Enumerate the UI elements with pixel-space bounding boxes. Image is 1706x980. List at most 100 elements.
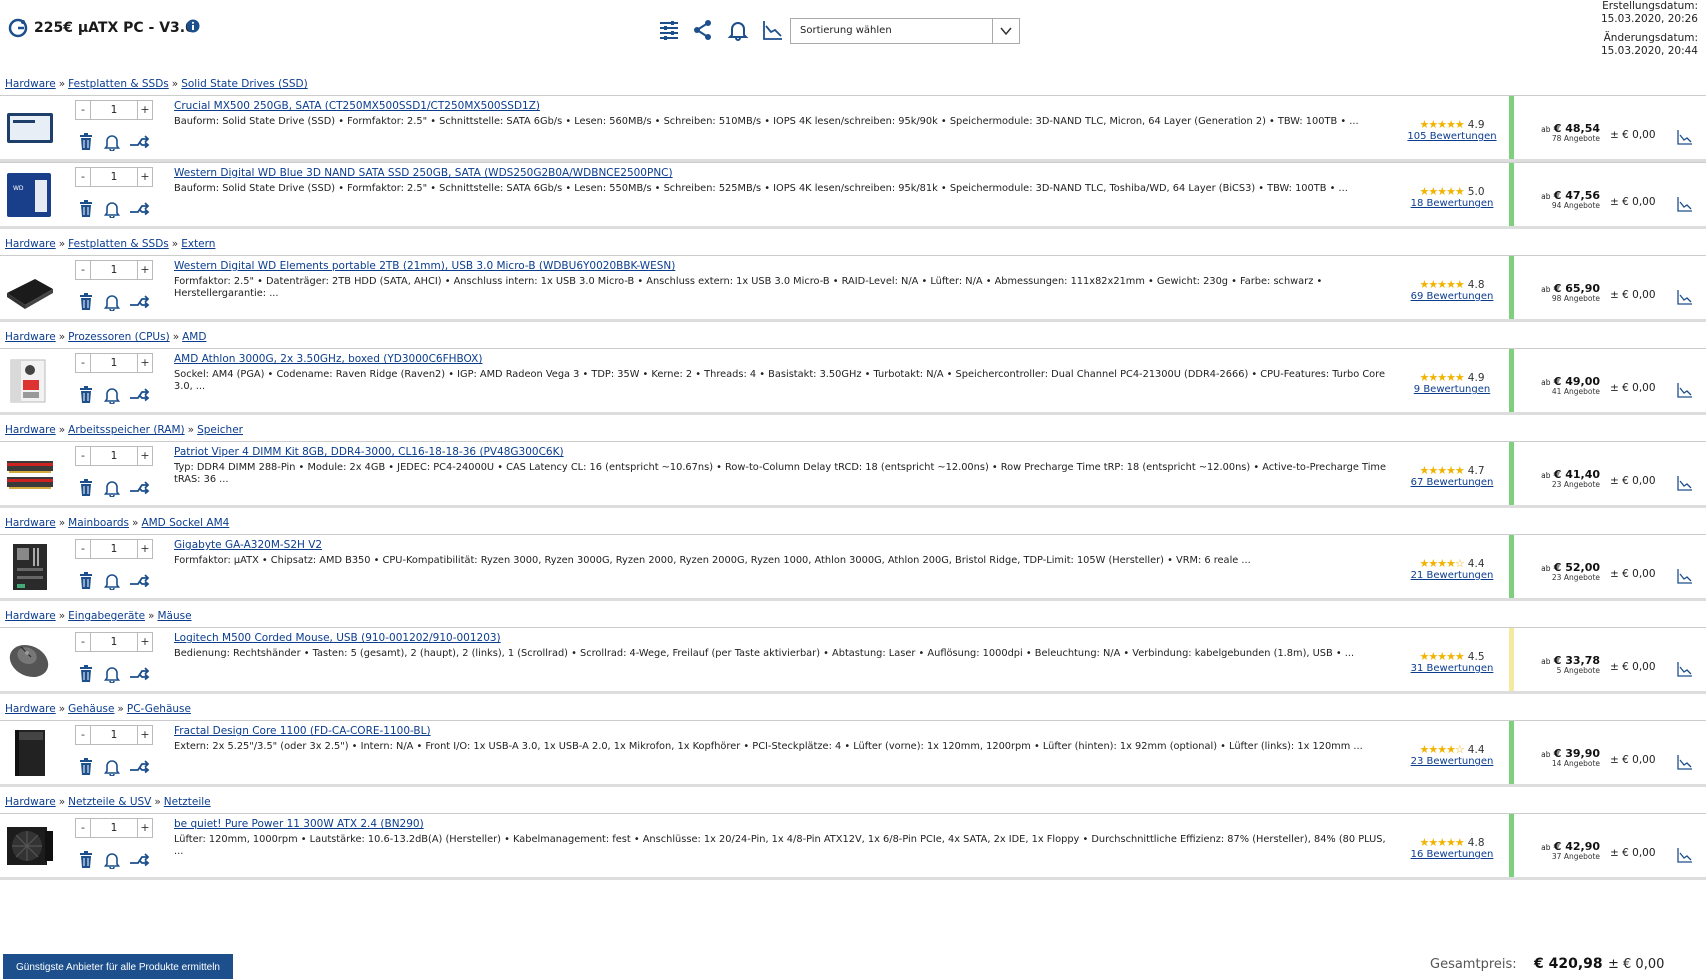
breadcrumb-link[interactable]: Hardware: [5, 424, 56, 436]
price-history-icon[interactable]: [1677, 475, 1693, 491]
reviews-link[interactable]: 9 Bewertungen: [1400, 384, 1504, 395]
product-name-link[interactable]: Western Digital WD Elements portable 2TB…: [174, 260, 675, 272]
quantity-decrease-button[interactable]: -: [75, 100, 91, 120]
breadcrumb-link[interactable]: Hardware: [5, 517, 56, 529]
quantity-increase-button[interactable]: +: [137, 632, 153, 652]
breadcrumb-link[interactable]: Festplatten & SSDs: [68, 78, 169, 90]
reviews-link[interactable]: 21 Bewertungen: [1400, 570, 1504, 581]
breadcrumb-link[interactable]: Hardware: [5, 331, 56, 343]
breadcrumb-link[interactable]: Hardware: [5, 703, 56, 715]
info-icon[interactable]: [186, 19, 200, 33]
quantity-input[interactable]: 1: [91, 167, 137, 187]
quantity-increase-button[interactable]: +: [137, 818, 153, 838]
breadcrumb-link[interactable]: Gehäuse: [68, 703, 114, 715]
quantity-input[interactable]: 1: [91, 725, 137, 745]
breadcrumb-link[interactable]: Netzteile: [164, 796, 211, 808]
product-name-link[interactable]: Fractal Design Core 1100 (FD-CA-CORE-110…: [174, 725, 431, 737]
quantity-decrease-button[interactable]: -: [75, 539, 91, 559]
product-name-link[interactable]: Gigabyte GA-A320M-S2H V2: [174, 539, 322, 551]
quantity-input[interactable]: 1: [91, 818, 137, 838]
quantity-increase-button[interactable]: +: [137, 100, 153, 120]
breadcrumb-link[interactable]: Hardware: [5, 78, 56, 90]
price-history-icon[interactable]: [1677, 289, 1693, 305]
breadcrumb-link[interactable]: Hardware: [5, 796, 56, 808]
quantity-input[interactable]: 1: [91, 446, 137, 466]
product-image[interactable]: [5, 356, 55, 406]
breadcrumb-link[interactable]: AMD Sockel AM4: [141, 517, 229, 529]
product-name-link[interactable]: be quiet! Pure Power 11 300W ATX 2.4 (BN…: [174, 818, 424, 830]
reviews-link[interactable]: 23 Bewertungen: [1400, 756, 1504, 767]
product-name-link[interactable]: Logitech M500 Corded Mouse, USB (910-001…: [174, 632, 501, 644]
find-cheapest-button[interactable]: Günstigste Anbieter für alle Produkte er…: [3, 954, 233, 979]
row-actions: [78, 665, 158, 685]
quantity-decrease-button[interactable]: -: [75, 725, 91, 745]
quantity-input[interactable]: 1: [91, 260, 137, 280]
reviews-link[interactable]: 16 Bewertungen: [1400, 849, 1504, 860]
quantity-decrease-button[interactable]: -: [75, 446, 91, 466]
product-image[interactable]: [5, 728, 55, 778]
price-history-icon[interactable]: [762, 19, 784, 41]
breadcrumb-link[interactable]: Solid State Drives (SSD): [181, 78, 307, 90]
quantity-increase-button[interactable]: +: [137, 167, 153, 187]
quantity-input[interactable]: 1: [91, 539, 137, 559]
geizhals-logo-icon[interactable]: [8, 18, 28, 38]
quantity-input[interactable]: 1: [91, 353, 137, 373]
breadcrumb-link[interactable]: Arbeitsspeicher (RAM): [68, 424, 185, 436]
reviews-link[interactable]: 67 Bewertungen: [1400, 477, 1504, 488]
reviews-link[interactable]: 69 Bewertungen: [1400, 291, 1504, 302]
breadcrumb-link[interactable]: Speicher: [197, 424, 243, 436]
quantity-decrease-button[interactable]: -: [75, 818, 91, 838]
product-name-link[interactable]: Crucial MX500 250GB, SATA (CT250MX500SSD…: [174, 100, 540, 112]
star-rating-icon: ★★★★★: [1419, 278, 1464, 291]
price-history-icon[interactable]: [1677, 661, 1693, 677]
breadcrumb-link[interactable]: PC-Gehäuse: [127, 703, 191, 715]
breadcrumb-link[interactable]: AMD: [182, 331, 206, 343]
breadcrumb-link[interactable]: Mäuse: [157, 610, 191, 622]
filter-settings-icon[interactable]: [658, 19, 680, 41]
quantity-decrease-button[interactable]: -: [75, 632, 91, 652]
price-delta: ± € 0,00: [1610, 196, 1656, 208]
product-image[interactable]: [5, 635, 55, 685]
quantity-decrease-button[interactable]: -: [75, 167, 91, 187]
product-image[interactable]: [5, 542, 55, 592]
breadcrumb-link[interactable]: Hardware: [5, 238, 56, 250]
price-history-icon[interactable]: [1677, 196, 1693, 212]
quantity-input[interactable]: 1: [91, 100, 137, 120]
breadcrumb-link[interactable]: Mainboards: [68, 517, 129, 529]
product-image[interactable]: WD: [5, 170, 55, 220]
reviews-link[interactable]: 18 Bewertungen: [1400, 198, 1504, 209]
quantity-increase-button[interactable]: +: [137, 260, 153, 280]
reviews-link[interactable]: 105 Bewertungen: [1400, 131, 1504, 142]
sort-select[interactable]: Sortierung wählen: [790, 18, 1020, 44]
reviews-link[interactable]: 31 Bewertungen: [1400, 663, 1504, 674]
product-name-link[interactable]: Western Digital WD Blue 3D NAND SATA SSD…: [174, 167, 673, 179]
price-history-icon[interactable]: [1677, 847, 1693, 863]
breadcrumb-link[interactable]: Extern: [181, 238, 215, 250]
product-image[interactable]: [5, 821, 55, 871]
quantity-decrease-button[interactable]: -: [75, 353, 91, 373]
product-image[interactable]: [5, 449, 55, 499]
product-name-link[interactable]: AMD Athlon 3000G, 2x 3.50GHz, boxed (YD3…: [174, 353, 482, 365]
price-history-icon[interactable]: [1677, 382, 1693, 398]
row-actions: [78, 293, 158, 313]
breadcrumb-link[interactable]: Prozessoren (CPUs): [68, 331, 170, 343]
quantity-increase-button[interactable]: +: [137, 353, 153, 373]
chevron-down-icon[interactable]: [992, 19, 1019, 43]
breadcrumb-link[interactable]: Netzteile & USV: [68, 796, 151, 808]
breadcrumb-link[interactable]: Eingabegeräte: [68, 610, 145, 622]
quantity-increase-button[interactable]: +: [137, 539, 153, 559]
price-history-icon[interactable]: [1677, 754, 1693, 770]
share-icon[interactable]: [692, 19, 714, 41]
quantity-increase-button[interactable]: +: [137, 725, 153, 745]
product-image[interactable]: [5, 263, 55, 313]
quantity-increase-button[interactable]: +: [137, 446, 153, 466]
price-history-icon[interactable]: [1677, 568, 1693, 584]
price-history-icon[interactable]: [1677, 129, 1693, 145]
product-image[interactable]: [5, 103, 55, 153]
product-name-link[interactable]: Patriot Viper 4 DIMM Kit 8GB, DDR4-3000,…: [174, 446, 564, 458]
quantity-decrease-button[interactable]: -: [75, 260, 91, 280]
breadcrumb-link[interactable]: Hardware: [5, 610, 56, 622]
breadcrumb-link[interactable]: Festplatten & SSDs: [68, 238, 169, 250]
bell-icon[interactable]: [727, 19, 749, 41]
quantity-input[interactable]: 1: [91, 632, 137, 652]
